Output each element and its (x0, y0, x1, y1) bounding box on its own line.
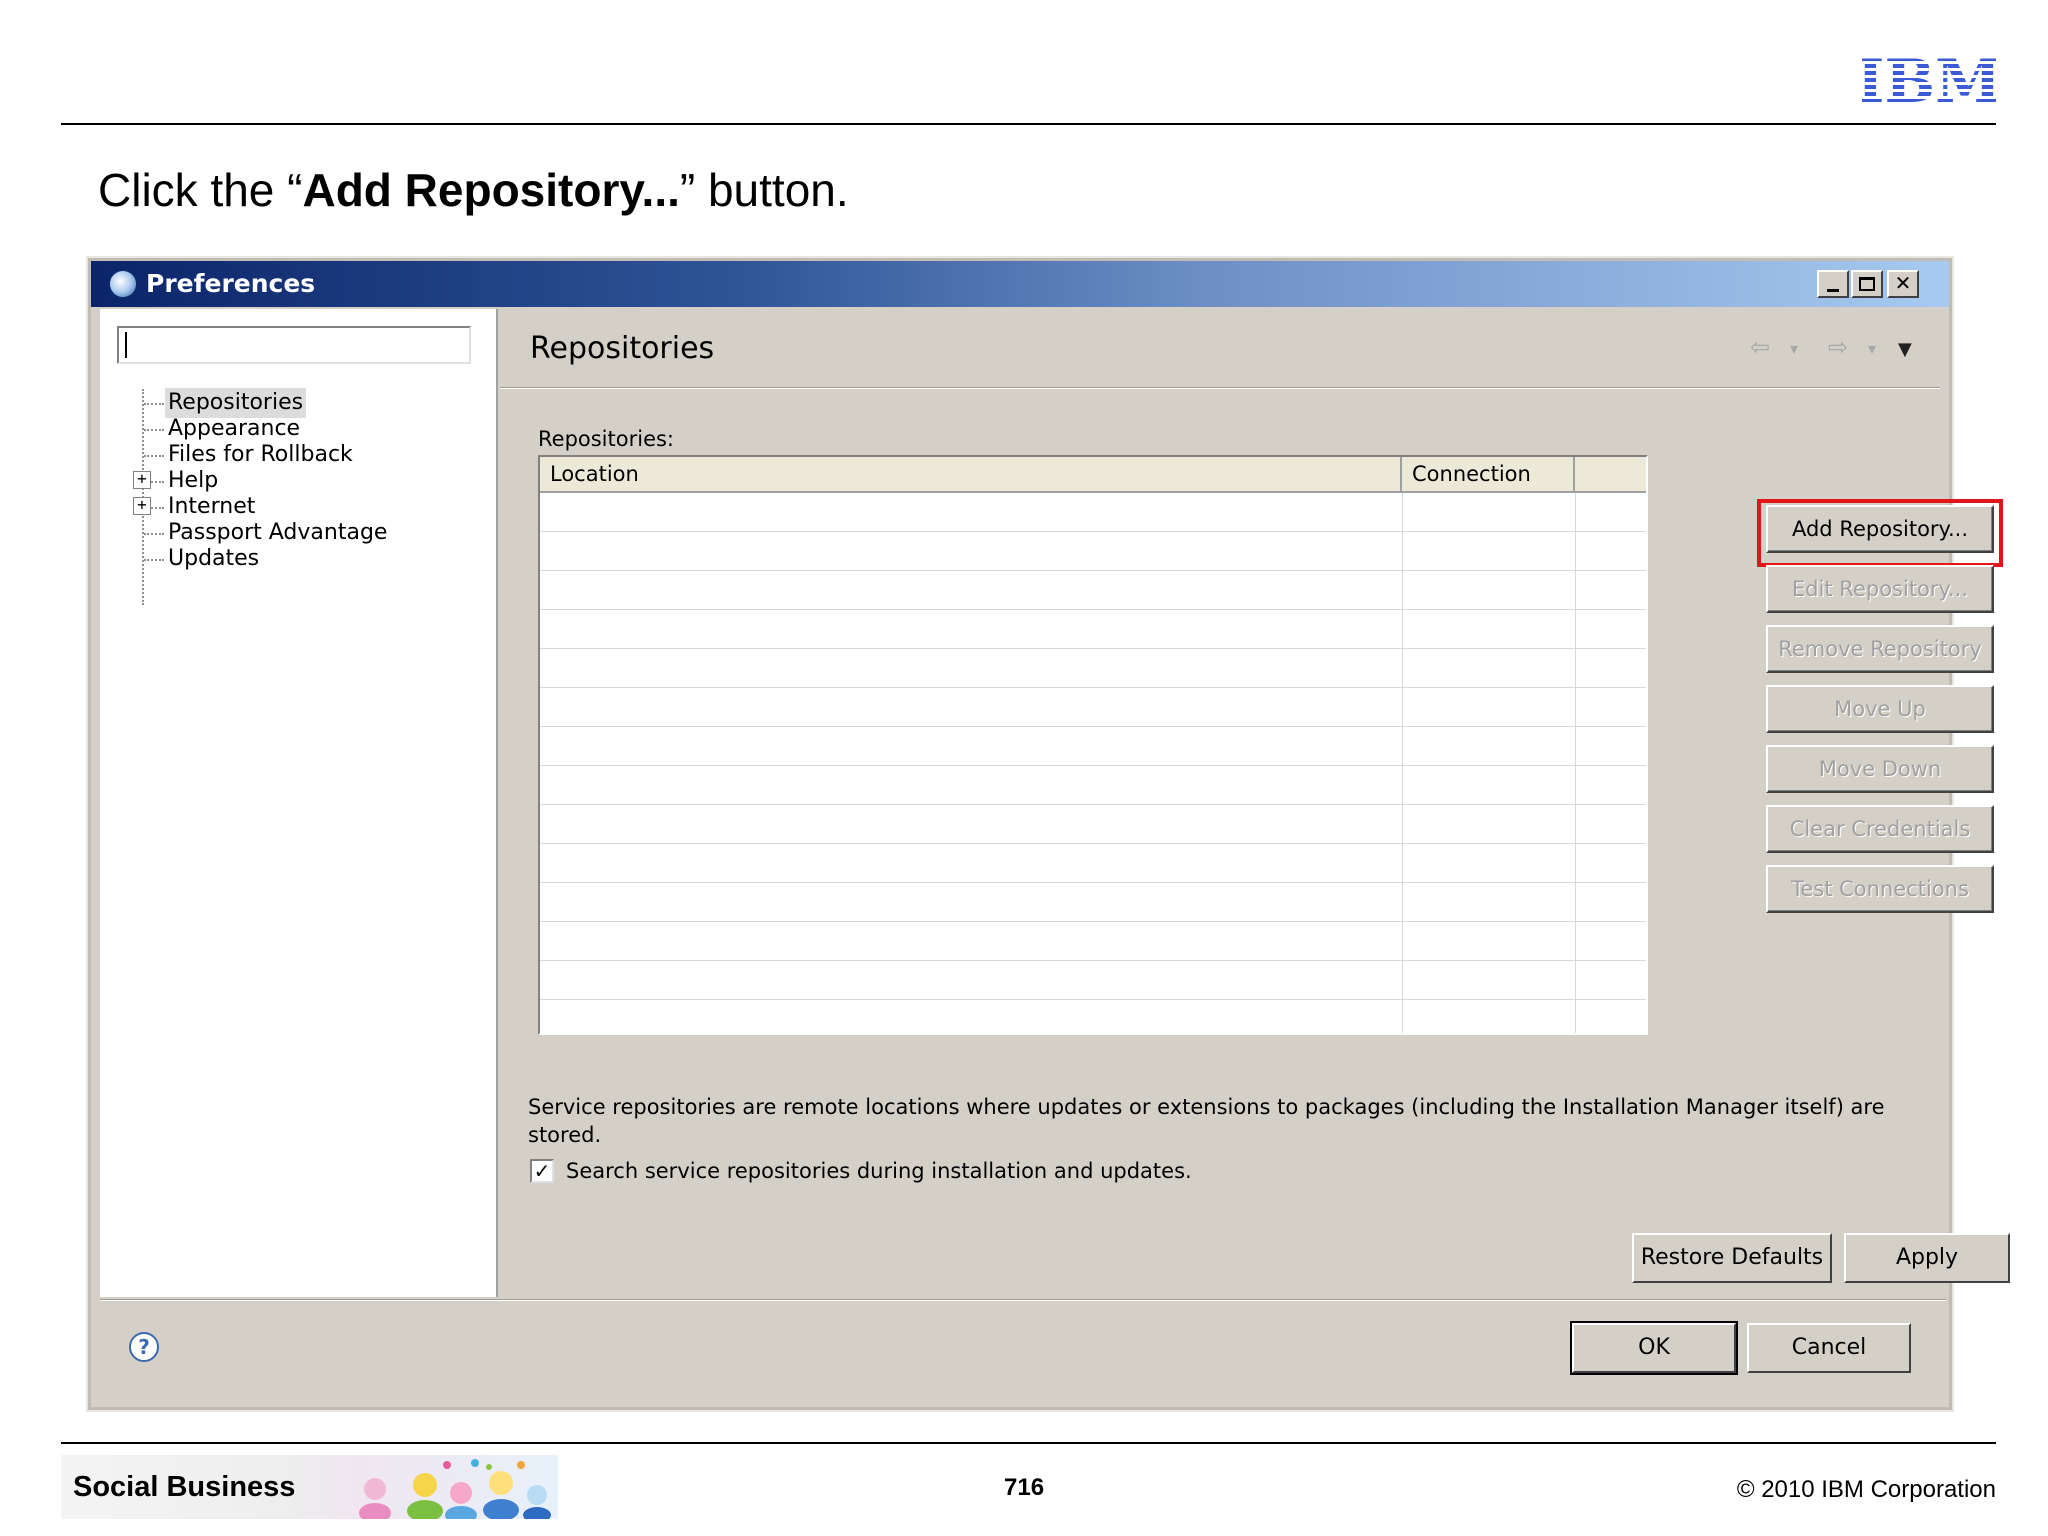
footer-banner: Social Business (61, 1455, 558, 1519)
column-header-location[interactable]: Location (540, 457, 1402, 491)
tree-item-updates[interactable]: Updates (165, 544, 262, 574)
tree-connector (144, 559, 164, 561)
preferences-nav-pane: Repositories Appearance Files for Rollba… (100, 309, 498, 1297)
view-menu-icon[interactable]: ▼ (1898, 339, 1912, 360)
search-repositories-checkbox[interactable]: ✓ (530, 1159, 554, 1183)
maximize-button[interactable] (1851, 270, 1883, 298)
tree-connector (144, 429, 164, 431)
people-illustration-icon (359, 1459, 551, 1519)
apply-button[interactable]: Apply (1844, 1233, 2010, 1283)
test-connections-button[interactable]: Test Connections (1766, 865, 1994, 913)
help-icon[interactable]: ? (129, 1332, 159, 1362)
repositories-table[interactable]: Location Connection (538, 455, 1648, 1035)
search-repositories-label[interactable]: Search service repositories during insta… (566, 1159, 1192, 1183)
table-row (540, 570, 1646, 571)
table-row (540, 843, 1646, 844)
clear-credentials-button[interactable]: Clear Credentials (1766, 805, 1994, 853)
dialog-titlebar[interactable]: Preferences ✕ (91, 261, 1949, 307)
column-divider (1402, 493, 1403, 1033)
cancel-button[interactable]: Cancel (1747, 1323, 1911, 1373)
table-row (540, 882, 1646, 883)
tree-connector (144, 455, 164, 457)
back-arrow-icon[interactable]: ⇦ (1750, 333, 1770, 361)
close-icon: ✕ (1894, 271, 1912, 295)
close-button[interactable]: ✕ (1887, 270, 1919, 298)
table-row (540, 804, 1646, 805)
expand-help-icon[interactable]: + (133, 471, 151, 489)
page-title: Repositories (530, 331, 715, 366)
minimize-icon (1827, 289, 1839, 292)
page-navigation: ⇦ ▾ ⇨ ▾ ▼ (1750, 333, 1920, 365)
dialog-title: Preferences (146, 269, 316, 298)
page-number: 716 (1004, 1474, 1045, 1501)
table-row (540, 921, 1646, 922)
checkmark-icon: ✓ (533, 1159, 551, 1183)
table-row (540, 687, 1646, 688)
remove-repository-button[interactable]: Remove Repository (1766, 625, 1994, 673)
footer-rule (61, 1442, 1996, 1444)
minimize-button[interactable] (1817, 270, 1849, 298)
table-row (540, 726, 1646, 727)
table-row (540, 960, 1646, 961)
heading-divider (500, 387, 1940, 389)
filter-input[interactable] (117, 326, 471, 364)
repositories-page: Repositories ⇦ ▾ ⇨ ▾ ▼ Repositories: Loc… (500, 309, 2010, 1297)
edit-repository-button[interactable]: Edit Repository... (1766, 565, 1994, 613)
preferences-tree: Repositories Appearance Files for Rollba… (130, 381, 490, 681)
tree-connector (144, 533, 164, 535)
forward-arrow-icon[interactable]: ⇨ (1828, 333, 1848, 361)
text-caret (125, 332, 127, 358)
svg-text:IBM: IBM (1862, 50, 1996, 106)
move-down-button[interactable]: Move Down (1766, 745, 1994, 793)
table-header: Location Connection (540, 457, 1646, 493)
preferences-dialog: Preferences ✕ Repositories Appearance Fi… (88, 258, 2010, 1410)
installation-manager-icon (109, 270, 137, 298)
move-up-button[interactable]: Move Up (1766, 685, 1994, 733)
callout-highlight (1757, 499, 2003, 567)
repositories-description: Service repositories are remote location… (528, 1095, 1885, 1147)
button-bar-divider (100, 1299, 1946, 1301)
table-row (540, 648, 1646, 649)
table-row (540, 609, 1646, 610)
expand-internet-icon[interactable]: + (133, 497, 151, 515)
ok-button[interactable]: OK (1570, 1321, 1738, 1375)
instruction-text: Click the “Add Repository...” button. (98, 164, 849, 216)
forward-history-dropdown-icon[interactable]: ▾ (1868, 339, 1876, 358)
table-row (540, 531, 1646, 532)
back-history-dropdown-icon[interactable]: ▾ (1790, 339, 1798, 358)
column-header-connection[interactable]: Connection (1402, 457, 1575, 491)
copyright-notice: © 2010 IBM Corporation (1736, 1476, 1996, 1503)
header-rule (61, 123, 1996, 125)
tree-connector (144, 403, 164, 405)
table-row (540, 765, 1646, 766)
table-row (540, 999, 1646, 1000)
maximize-icon (1859, 277, 1875, 291)
column-divider (1575, 493, 1576, 1033)
ibm-logo: IBM (1862, 50, 1996, 106)
restore-defaults-button[interactable]: Restore Defaults (1632, 1233, 1832, 1283)
footer-brand: Social Business (73, 1471, 296, 1503)
repositories-label: Repositories: (538, 427, 675, 451)
